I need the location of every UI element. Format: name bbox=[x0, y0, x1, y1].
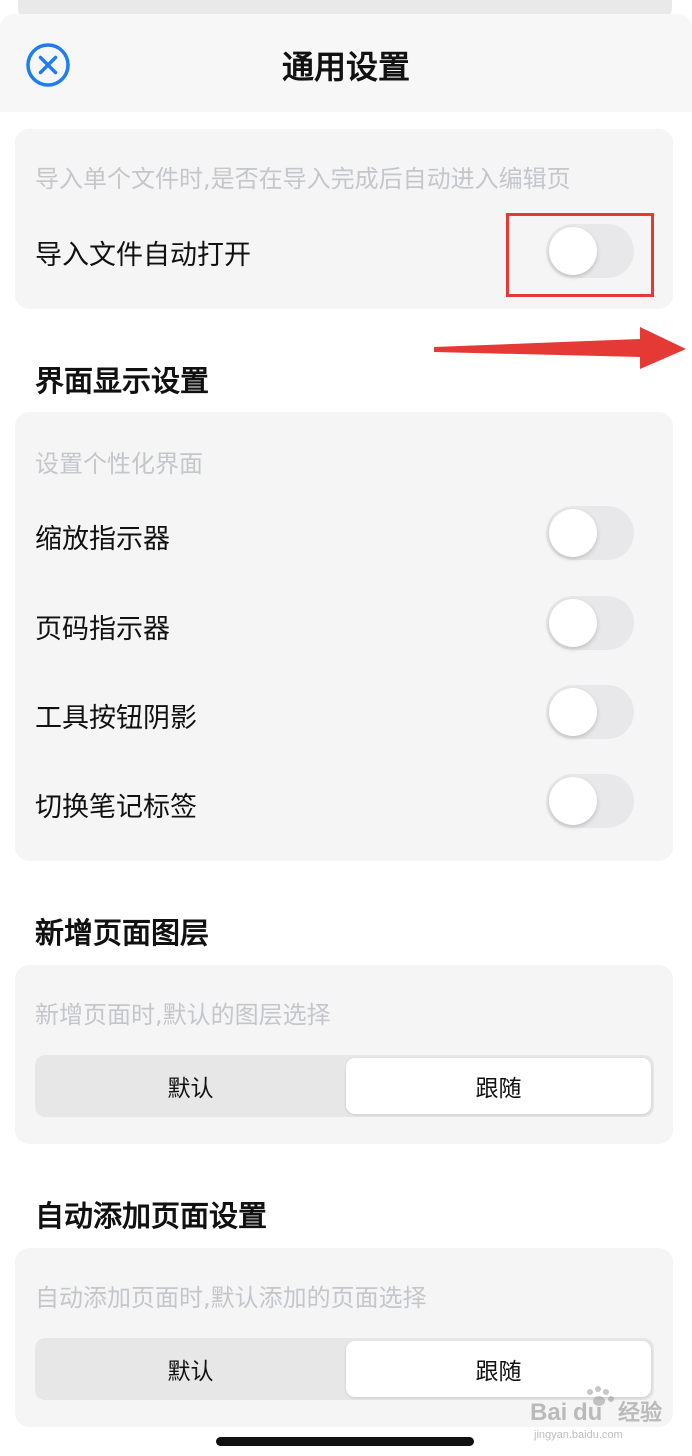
new-page-layer-card: 新增页面时,默认的图层选择 默认 跟随 bbox=[15, 965, 673, 1144]
home-indicator bbox=[216, 1437, 474, 1446]
switch-note-tabs-label: 切换笔记标签 bbox=[35, 792, 197, 823]
svg-text:Bai: Bai bbox=[530, 1399, 567, 1426]
annotation-highlight-box bbox=[506, 213, 654, 297]
switch-note-tabs-toggle[interactable] bbox=[546, 774, 634, 828]
tool-button-shadow-toggle[interactable] bbox=[546, 685, 634, 739]
segment-follow[interactable]: 跟随 bbox=[346, 1058, 651, 1114]
new-page-layer-title: 新增页面图层 bbox=[35, 916, 210, 950]
display-hint: 设置个性化界面 bbox=[35, 450, 203, 478]
import-hint: 导入单个文件时,是否在导入完成后自动进入编辑页 bbox=[35, 165, 571, 193]
svg-text:du: du bbox=[573, 1399, 602, 1426]
tool-button-shadow-label: 工具按钮阴影 bbox=[35, 703, 197, 734]
page-title: 通用设置 bbox=[281, 48, 410, 86]
page-number-indicator-toggle[interactable] bbox=[546, 596, 634, 650]
zoom-indicator-label: 缩放指示器 bbox=[35, 524, 170, 555]
nav-bar: 通用设置 bbox=[0, 14, 692, 112]
svg-text:经验: 经验 bbox=[618, 1400, 662, 1426]
page-number-indicator-label: 页码指示器 bbox=[35, 614, 170, 645]
zoom-indicator-toggle[interactable] bbox=[546, 506, 634, 560]
new-page-layer-segmented-control: 默认 跟随 bbox=[35, 1055, 654, 1117]
segment-default[interactable]: 默认 bbox=[38, 1341, 343, 1397]
toggle-knob bbox=[549, 688, 597, 736]
baidu-watermark-logo: Bai du 经验 jingyan.baidu.com bbox=[530, 1386, 662, 1441]
auto-add-page-title: 自动添加页面设置 bbox=[35, 1199, 268, 1233]
import-auto-open-label: 导入文件自动打开 bbox=[35, 240, 251, 271]
svg-text:jingyan.baidu.com: jingyan.baidu.com bbox=[533, 1429, 623, 1441]
toggle-knob bbox=[549, 599, 597, 647]
segment-default[interactable]: 默认 bbox=[38, 1058, 343, 1114]
toggle-knob bbox=[549, 777, 597, 825]
annotation-arrow-icon bbox=[434, 327, 686, 369]
display-settings-card: 设置个性化界面 缩放指示器 页码指示器 工具按钮阴影 切换笔记标签 bbox=[15, 412, 673, 861]
new-page-layer-hint: 新增页面时,默认的图层选择 bbox=[35, 1001, 331, 1029]
toggle-knob bbox=[549, 509, 597, 557]
display-section-title: 界面显示设置 bbox=[35, 364, 210, 398]
auto-add-page-hint: 自动添加页面时,默认添加的页面选择 bbox=[35, 1284, 427, 1312]
